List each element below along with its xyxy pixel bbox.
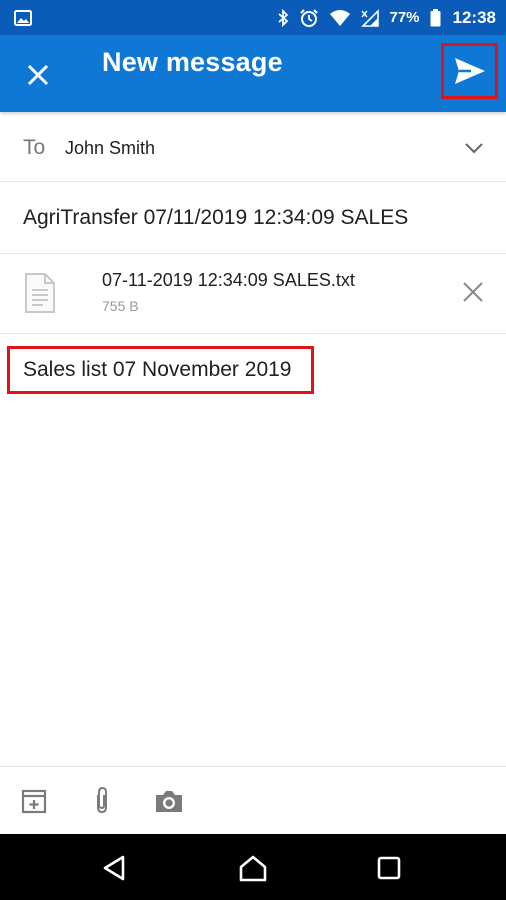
file-icon: [23, 272, 57, 314]
remove-attachment-button[interactable]: [459, 278, 487, 306]
body-text: Sales list 07 November 2019: [23, 358, 292, 381]
attach-icon: [97, 786, 107, 814]
alarm-icon: [299, 8, 319, 28]
attachment-size: 755 B: [102, 298, 139, 314]
close-icon: [463, 282, 483, 302]
subject-field[interactable]: AgriTransfer 07/11/2019 12:34:09 SALES: [0, 182, 506, 254]
subject-text: AgriTransfer 07/11/2019 12:34:09 SALES: [23, 206, 409, 229]
to-label: To: [23, 136, 46, 159]
message-body[interactable]: Sales list 07 November 2019: [0, 334, 506, 766]
bluetooth-icon: [277, 8, 289, 27]
recipient-chip[interactable]: John Smith: [65, 138, 155, 159]
back-button[interactable]: [97, 851, 131, 885]
send-icon: [454, 58, 485, 84]
status-time: 12:38: [452, 7, 496, 27]
recents-button[interactable]: [372, 851, 406, 885]
signal-icon: [361, 8, 380, 27]
page-title: New message: [102, 47, 283, 77]
home-button[interactable]: [236, 851, 270, 885]
wifi-icon: [329, 9, 351, 27]
calendar-add-button[interactable]: [18, 785, 50, 817]
close-icon: [27, 64, 49, 86]
recents-icon: [377, 856, 401, 880]
back-icon: [103, 855, 125, 881]
status-bar: 77% 12:38: [0, 0, 506, 35]
camera-icon: [156, 791, 182, 812]
home-icon: [239, 855, 267, 882]
attach-button[interactable]: [86, 785, 118, 817]
attachment-item[interactable]: 07-11-2019 12:34:09 SALES.txt 755 B: [0, 254, 506, 334]
chevron-down-icon[interactable]: [460, 138, 488, 158]
close-button[interactable]: [18, 55, 58, 95]
attachment-name: 07-11-2019 12:34:09 SALES.txt: [102, 270, 355, 290]
to-row[interactable]: To John Smith: [0, 112, 506, 182]
nav-bar: [0, 834, 506, 900]
battery-percent: 77%: [389, 9, 420, 26]
calendar-add-icon: [21, 789, 47, 814]
camera-button[interactable]: [153, 785, 185, 817]
send-button[interactable]: [441, 43, 498, 99]
battery-icon: [430, 8, 441, 27]
image-icon: [14, 9, 32, 26]
compose-toolbar: [0, 766, 506, 834]
app-bar: New message: [0, 35, 506, 112]
